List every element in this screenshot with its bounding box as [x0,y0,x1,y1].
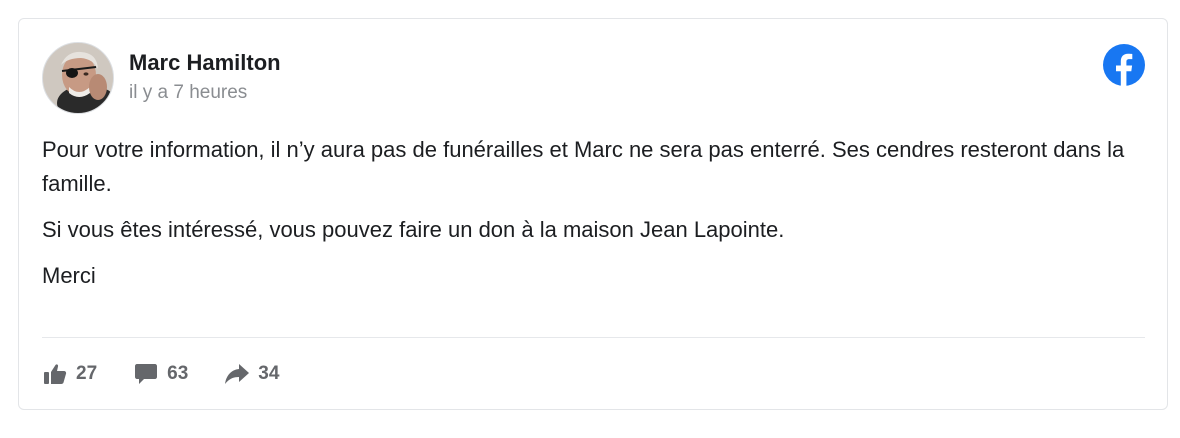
like-button[interactable]: 27 [42,361,97,387]
post-text: Pour votre information, il n’y aura pas … [42,133,1132,305]
post-timestamp[interactable]: il y a 7 heures [129,81,247,105]
divider [42,337,1145,338]
comment-bubble-icon [133,361,159,387]
share-arrow-icon [224,361,250,387]
post-paragraph: Merci [42,263,96,288]
post-paragraph: Pour votre information, il n’y aura pas … [42,137,1125,196]
comment-button[interactable]: 63 [133,361,188,387]
share-button[interactable]: 34 [224,361,279,387]
post-paragraph: Si vous êtes intéressé, vous pouvez fair… [42,217,785,242]
avatar-image [43,43,113,113]
thumbs-up-icon [42,361,68,387]
share-count: 34 [258,363,280,384]
avatar[interactable] [42,42,114,114]
like-count: 27 [76,363,98,384]
facebook-logo-icon[interactable] [1103,44,1145,86]
post-card: Marc Hamilton il y a 7 heures Pour votre… [18,18,1168,410]
post-actions: 27 63 34 [42,359,315,389]
author-name[interactable]: Marc Hamilton [129,49,281,77]
comment-count: 63 [167,363,189,384]
